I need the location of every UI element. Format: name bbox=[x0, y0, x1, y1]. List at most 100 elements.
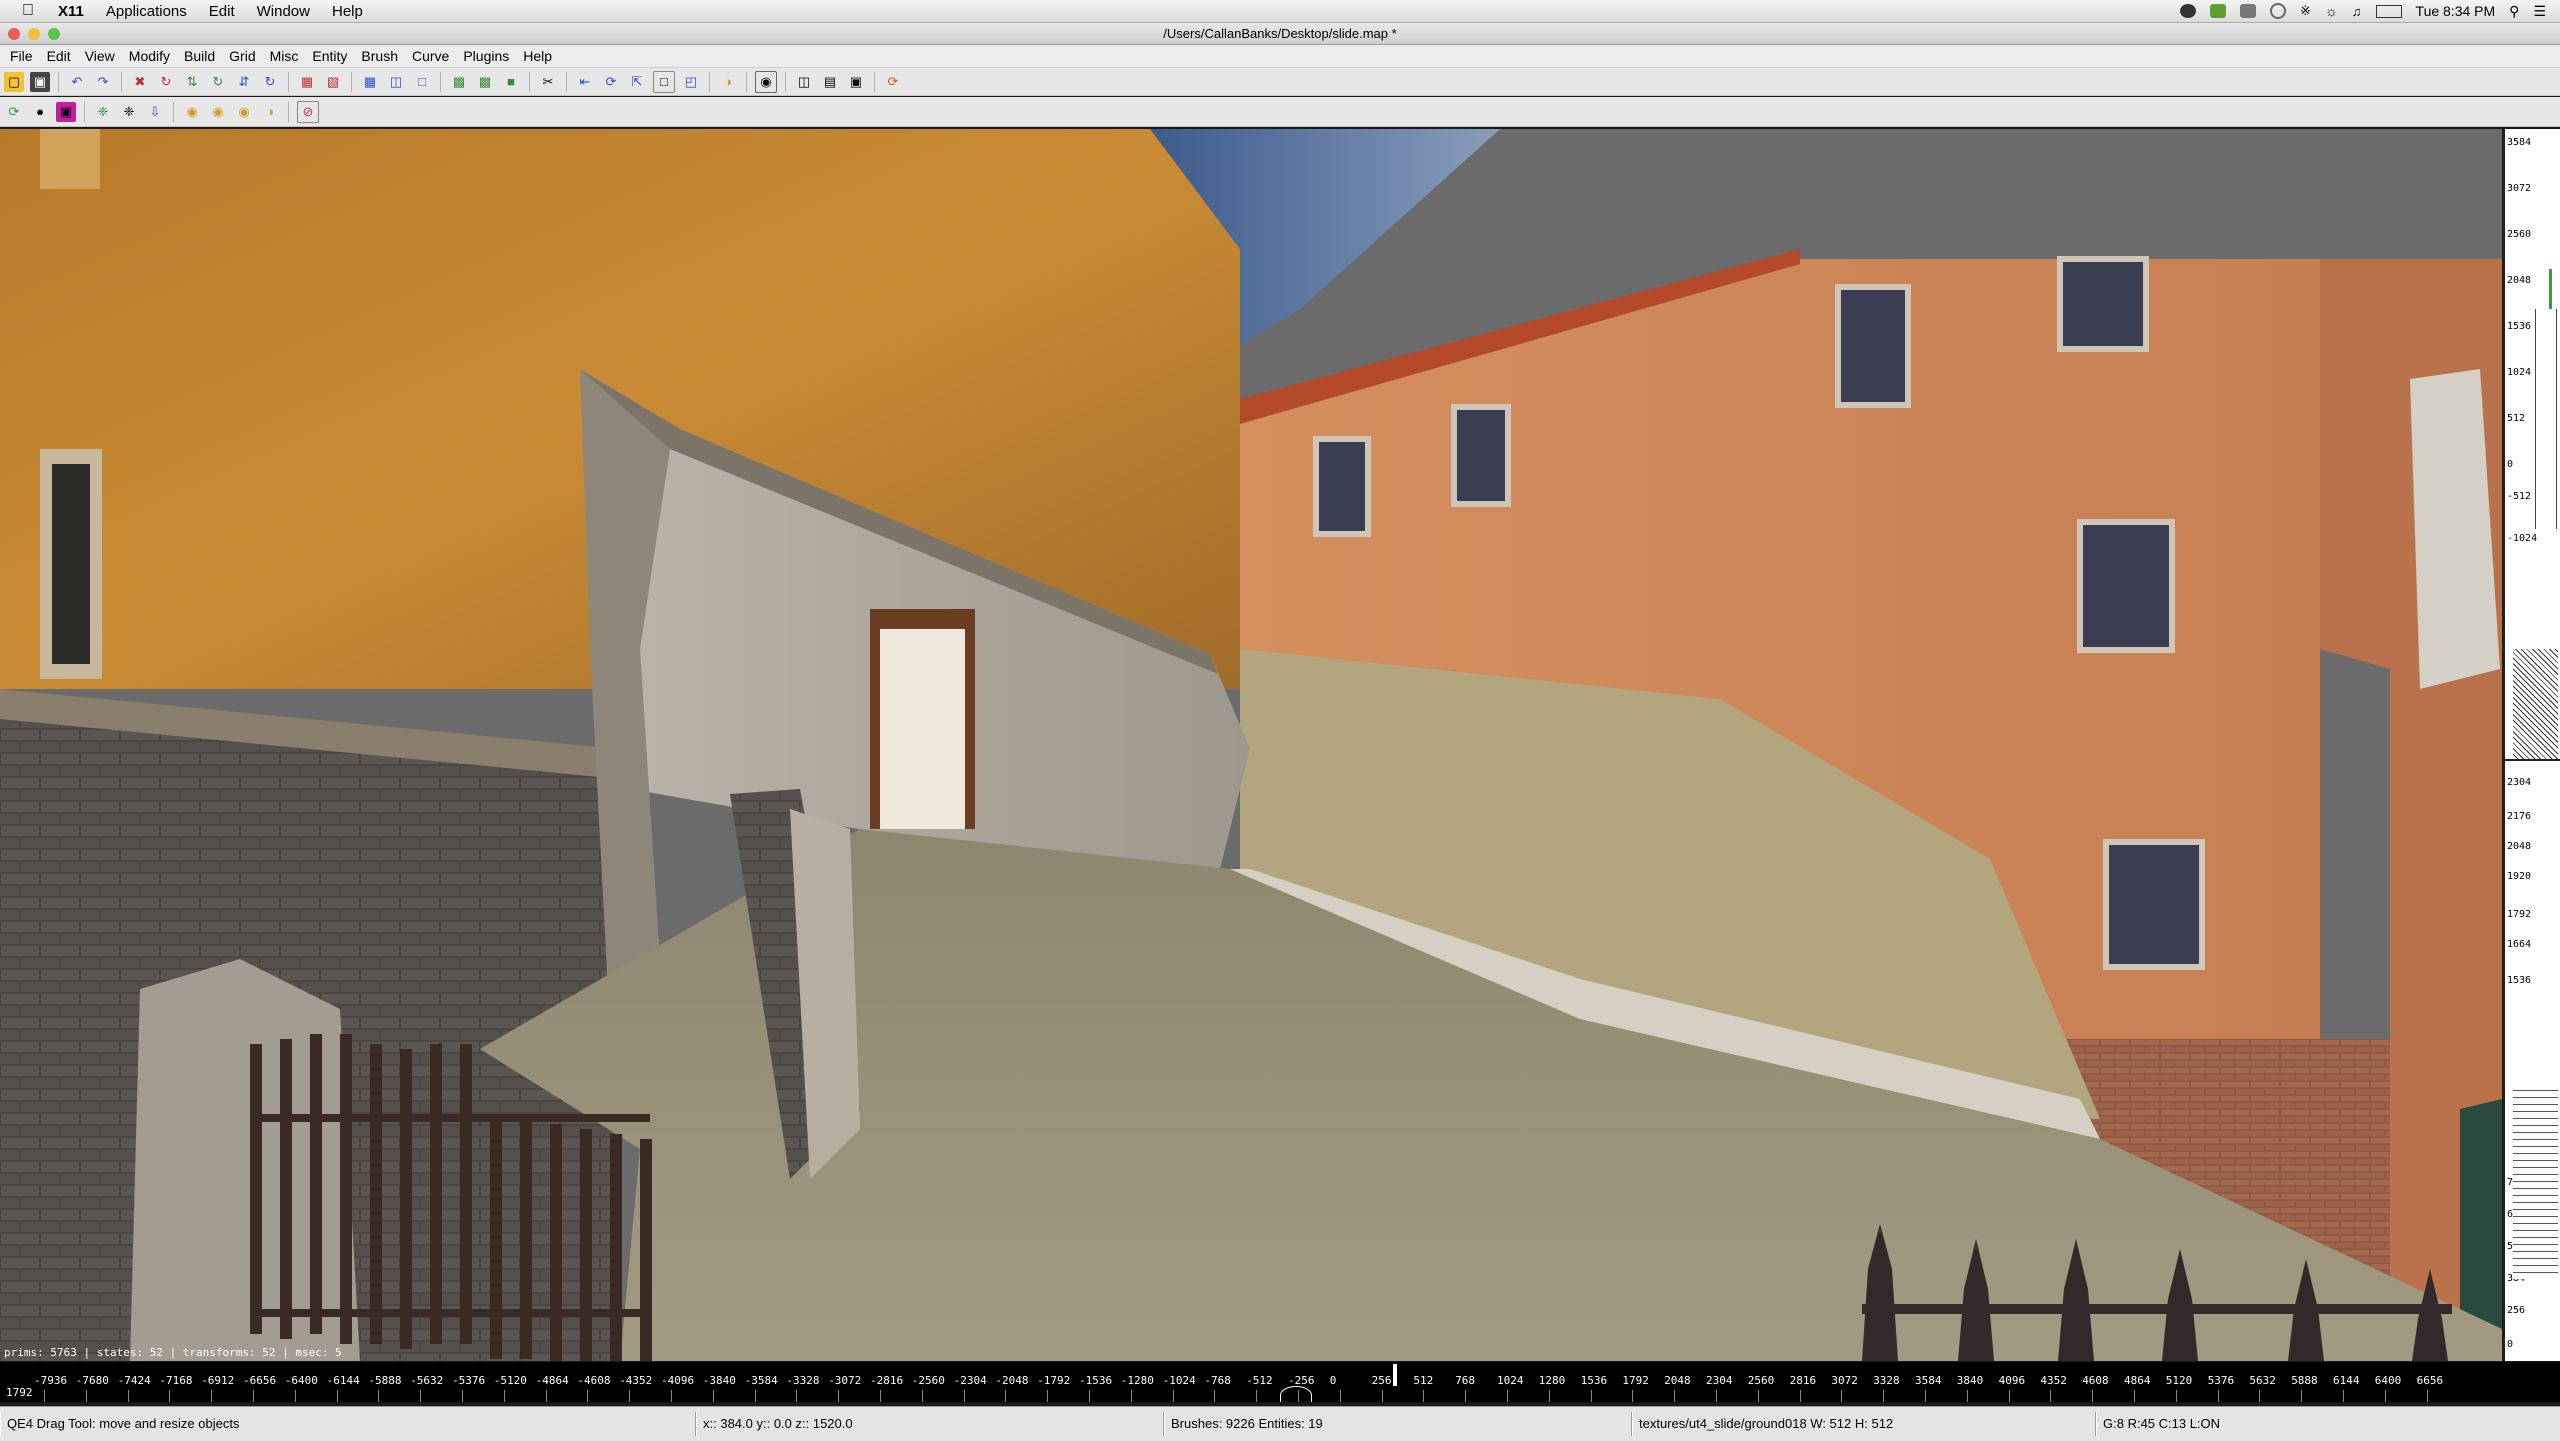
camera-icon[interactable]: ● bbox=[30, 102, 50, 122]
refresh-icon[interactable]: ⟳ bbox=[883, 72, 903, 92]
ruler-tick: 6656 bbox=[2416, 1374, 2444, 1387]
side-ruler-tick: 1664 bbox=[2507, 939, 2532, 950]
zoom-icon[interactable] bbox=[48, 28, 60, 40]
ruler-tick: -4096 bbox=[661, 1374, 695, 1387]
apple-icon[interactable]:  bbox=[22, 2, 42, 20]
battery-icon[interactable] bbox=[2375, 4, 2402, 18]
mac-menu-edit[interactable]: Edit bbox=[209, 3, 235, 20]
plugin-two-icon[interactable]: ◉ bbox=[208, 102, 228, 122]
menu-curve[interactable]: Curve bbox=[412, 48, 449, 64]
mac-menu-window[interactable]: Window bbox=[257, 3, 310, 20]
translate-icon[interactable]: ⇤ bbox=[575, 72, 595, 92]
select-complete-icon[interactable]: ■ bbox=[501, 72, 521, 92]
rotate-z-icon[interactable]: ↻ bbox=[260, 72, 280, 92]
close-icon[interactable] bbox=[8, 28, 20, 40]
ruler-minor-tick bbox=[838, 1390, 840, 1402]
display-icon[interactable] bbox=[2240, 4, 2257, 18]
ruler-minor-tick bbox=[587, 1390, 589, 1402]
rotate-y-icon[interactable]: ↻ bbox=[208, 72, 228, 92]
view-xy-icon[interactable]: ▦ bbox=[360, 72, 380, 92]
show-entities-icon[interactable]: ▤ bbox=[820, 72, 840, 92]
ruler-minor-tick bbox=[1507, 1390, 1508, 1402]
menu-brush[interactable]: Brush bbox=[361, 48, 398, 64]
bottom-ortho-view[interactable]: 1792 -7936 -7680 -7424 -7168 -6912 -6656 -6400-… bbox=[0, 1362, 2560, 1402]
scale-icon[interactable]: ⇱ bbox=[627, 72, 647, 92]
menu-misc[interactable]: Misc bbox=[270, 48, 299, 64]
mac-menu-help[interactable]: Help bbox=[332, 3, 363, 20]
ruler-minor-tick bbox=[1925, 1390, 1926, 1402]
disable-icon[interactable]: ⊘ bbox=[297, 100, 319, 123]
menu-build[interactable]: Build bbox=[184, 48, 215, 64]
toolbar-separator bbox=[874, 71, 875, 92]
mac-menu-applications[interactable]: Applications bbox=[106, 3, 187, 20]
split-view-icon[interactable]: ◫ bbox=[794, 72, 814, 92]
save-icon[interactable]: ▣ bbox=[30, 71, 50, 92]
rotate-icon[interactable]: ⟳ bbox=[601, 72, 621, 92]
app-tray-icon[interactable] bbox=[2210, 4, 2227, 18]
redo-icon[interactable]: ↷ bbox=[93, 72, 113, 92]
view-divider[interactable] bbox=[2505, 759, 2560, 761]
flip-x-icon[interactable]: ✖ bbox=[130, 72, 150, 92]
ruler-minor-tick bbox=[754, 1390, 756, 1402]
patch-icon[interactable]: ◑ bbox=[718, 72, 738, 92]
menu-file[interactable]: File bbox=[10, 48, 33, 64]
plugin-one-icon[interactable]: ◉ bbox=[182, 102, 202, 122]
side-ruler-tick: 1536 bbox=[2507, 975, 2532, 986]
texture-lock-icon[interactable]: ◉ bbox=[755, 70, 777, 93]
reload-icon[interactable]: ⟳ bbox=[4, 102, 24, 122]
view-xz-icon[interactable]: ◫ bbox=[386, 72, 406, 92]
select-touching-icon[interactable]: ▩ bbox=[475, 72, 495, 92]
ruler-minor-tick bbox=[1966, 1390, 1968, 1402]
plugin-three-icon[interactable]: ◉ bbox=[234, 102, 254, 122]
ruler-minor-tick bbox=[629, 1390, 631, 1402]
clipper-icon[interactable]: ✂ bbox=[538, 72, 558, 92]
mac-menu-app[interactable]: X11 bbox=[58, 3, 84, 20]
undo-icon[interactable]: ↶ bbox=[67, 72, 87, 92]
menu-help[interactable]: Help bbox=[523, 48, 552, 64]
camera-marker-icon[interactable] bbox=[1280, 1386, 1312, 1402]
flip-z-icon[interactable]: ⇵ bbox=[234, 72, 254, 92]
notification-center-icon[interactable]: ☰ bbox=[2533, 3, 2546, 20]
view-yz-icon[interactable]: □ bbox=[412, 72, 432, 92]
menu-view[interactable]: View bbox=[85, 48, 115, 64]
ruler-minor-tick bbox=[1256, 1390, 1258, 1402]
side-ortho-view[interactable]: 3584 3072 2560 2048 1536 1024 512 0 -512… bbox=[2503, 129, 2560, 1361]
select-inside-icon[interactable]: ▩ bbox=[449, 72, 469, 92]
csg-subtract-icon[interactable]: ▦ bbox=[297, 72, 317, 92]
view-cursor[interactable] bbox=[1393, 1364, 1397, 1386]
ruler-tick: 4096 bbox=[1998, 1374, 2026, 1387]
ruler-tick: 3584 bbox=[1915, 1374, 1942, 1387]
rotate-x-icon[interactable]: ↻ bbox=[156, 72, 176, 92]
menu-modify[interactable]: Modify bbox=[129, 48, 170, 64]
time-machine-icon[interactable] bbox=[2270, 3, 2287, 19]
menu-entity[interactable]: Entity bbox=[312, 48, 347, 64]
texture-browser-icon[interactable]: ▣ bbox=[56, 101, 76, 122]
spotlight-icon[interactable]: ⚲ bbox=[2509, 3, 2519, 20]
plugin-four-icon[interactable]: ◑ bbox=[260, 102, 280, 122]
ruler-tick: -1024 bbox=[1162, 1374, 1196, 1387]
bug-icon[interactable]: ❈ bbox=[93, 102, 113, 122]
show-patches-icon[interactable]: ▣ bbox=[846, 72, 866, 92]
ruler-tick: 4864 bbox=[2124, 1374, 2151, 1387]
ruler-minor-tick bbox=[2426, 1390, 2428, 1402]
black-cat-icon[interactable]: ❈ bbox=[119, 102, 139, 122]
menu-grid[interactable]: Grid bbox=[229, 48, 255, 64]
csg-merge-icon[interactable]: ▧ bbox=[323, 72, 343, 92]
creative-cloud-icon[interactable] bbox=[2180, 4, 2197, 18]
brush-outline bbox=[2535, 309, 2557, 529]
ruler-tick: 3328 bbox=[1873, 1374, 1900, 1387]
drag-tool-icon[interactable]: □ bbox=[653, 70, 675, 93]
camera-viewport[interactable]: prims: 5763 | states: 52 | transforms: 5… bbox=[0, 129, 2502, 1361]
flip-y-icon[interactable]: ⇅ bbox=[182, 72, 202, 92]
volume-icon[interactable]: ♫ bbox=[2352, 4, 2362, 19]
open-icon[interactable]: ▢ bbox=[4, 71, 24, 92]
ruler-minor-tick bbox=[44, 1390, 45, 1402]
bluetooth-icon[interactable]: ※ bbox=[2300, 3, 2311, 19]
arrow-down-icon[interactable]: ⇩ bbox=[145, 102, 165, 122]
minimize-icon[interactable] bbox=[28, 28, 40, 40]
clock[interactable]: Tue 8:34 PM bbox=[2416, 3, 2496, 19]
resize-icon[interactable]: ◰ bbox=[681, 72, 701, 92]
menu-plugins[interactable]: Plugins bbox=[463, 48, 509, 64]
wifi-icon[interactable]: ☼ bbox=[2325, 3, 2338, 19]
menu-edit[interactable]: Edit bbox=[47, 48, 71, 64]
